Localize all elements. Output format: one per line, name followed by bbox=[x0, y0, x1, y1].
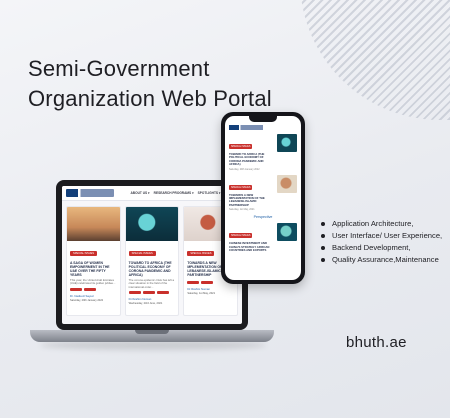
phone-article-thumbnail bbox=[277, 174, 297, 193]
website-domain: bhuth.ae bbox=[346, 334, 407, 351]
article-tag[interactable]: SPECIAL ISSUES bbox=[70, 251, 98, 256]
feature-item: Quality Assurance,Maintenance bbox=[320, 254, 442, 266]
article-cards: SPECIAL ISSUES A SAGA OF WOMEN EMPOWERME… bbox=[62, 201, 242, 321]
site-navbar: ABOUT US ▾ RESEARCH PROGRAMS ▾ SPOTLIGHT… bbox=[62, 186, 242, 201]
site-logo bbox=[66, 189, 114, 197]
phone-article-date: Saturday, 29th January 2022 bbox=[229, 167, 260, 171]
menu-item-spotlights[interactable]: SPOTLIGHTS ▾ bbox=[198, 191, 221, 195]
article-headline[interactable]: TOWARD TO AFRICA (THE POLITICAL ECONOMY … bbox=[126, 259, 179, 277]
article-excerpt: This year, the United Arab Emirates (UAE… bbox=[70, 278, 116, 286]
article-date: Wednesday, 23rd June, 2021 bbox=[128, 302, 163, 306]
phone-notch bbox=[249, 116, 277, 122]
article-chips bbox=[67, 286, 120, 293]
article-chips bbox=[126, 289, 179, 296]
phone-article-headline[interactable]: TOWARDS A NEW IMPLEMENTATION OF THE LEBA… bbox=[229, 193, 274, 208]
phone-article-thumbnail bbox=[277, 134, 297, 152]
laptop-mockup: ABOUT US ▾ RESEARCH PROGRAMS ▾ SPOTLIGHT… bbox=[56, 180, 248, 330]
article-image bbox=[67, 207, 120, 241]
phone-article-headline[interactable]: CHINESE INVESTMENT AND CHINA'S STRATEGY … bbox=[229, 242, 274, 252]
headline-line-1: Semi-Government bbox=[28, 56, 210, 81]
feature-list: Application Architecture, User Interface… bbox=[320, 218, 442, 266]
phone-screen: SPECIAL ISSUES TOWARD TO AFRICA (THE POL… bbox=[225, 116, 301, 280]
phone-article-headline[interactable]: TOWARD TO AFRICA (THE POLITICAL ECONOMY … bbox=[229, 152, 274, 167]
article-excerpt: The corona epidemic crisis has left a cl… bbox=[128, 278, 175, 289]
article-card[interactable]: SPECIAL ISSUES A SAGA OF WOMEN EMPOWERME… bbox=[66, 206, 121, 316]
phone-mockup: SPECIAL ISSUES TOWARD TO AFRICA (THE POL… bbox=[221, 112, 305, 284]
article-headline[interactable]: A SAGA OF WOMEN EMPOWERMENT IN THE UAE O… bbox=[67, 259, 120, 277]
decorative-stripes bbox=[300, 0, 450, 120]
laptop-screen: ABOUT US ▾ RESEARCH PROGRAMS ▾ SPOTLIGHT… bbox=[62, 186, 242, 324]
phone-article-thumbnail bbox=[277, 223, 297, 242]
headline-line-2: Organization Web Portal bbox=[28, 86, 272, 111]
phone-article[interactable]: SPECIAL ISSUES TOWARD TO AFRICA (THE POL… bbox=[225, 130, 301, 171]
phone-article-date: Saturday, 1st May, 2021 bbox=[229, 208, 255, 212]
menu-item-about[interactable]: ABOUT US ▾ bbox=[131, 191, 150, 195]
phone-article-tag[interactable]: SPECIAL ISSUES bbox=[229, 144, 253, 149]
article-tag[interactable]: SPECIAL ISSUES bbox=[128, 251, 156, 256]
menu-item-research[interactable]: RESEARCH PROGRAMS ▾ bbox=[154, 191, 194, 195]
laptop-notch bbox=[135, 330, 169, 334]
article-card[interactable]: SPECIAL ISSUES TOWARD TO AFRICA (THE POL… bbox=[124, 206, 180, 316]
phone-article[interactable]: SPECIAL ISSUES TOWARDS A NEW IMPLEMENTAT… bbox=[225, 171, 301, 212]
article-date: Saturday, 29th January 2022 bbox=[70, 298, 104, 302]
feature-item: Backend Development, bbox=[320, 242, 442, 254]
feature-item: Application Architecture, bbox=[320, 218, 442, 230]
phone-article-tag[interactable]: SPECIAL ISSUES bbox=[229, 184, 253, 190]
phone-article[interactable]: SPECIAL ISSUES CHINESE INVESTMENT AND CH… bbox=[225, 219, 301, 252]
article-image bbox=[125, 207, 179, 241]
headline: Semi-Government Organization Web Portal bbox=[28, 54, 272, 114]
promo-banner: Semi-Government Organization Web Portal … bbox=[0, 0, 450, 418]
feature-item: User Interface/ User Experience, bbox=[320, 230, 442, 242]
phone-article-tag[interactable]: SPECIAL ISSUES bbox=[229, 233, 253, 239]
article-tag[interactable]: SPECIAL ISSUES bbox=[187, 251, 215, 256]
article-date: Saturday, 1st May, 2021 bbox=[187, 292, 216, 295]
